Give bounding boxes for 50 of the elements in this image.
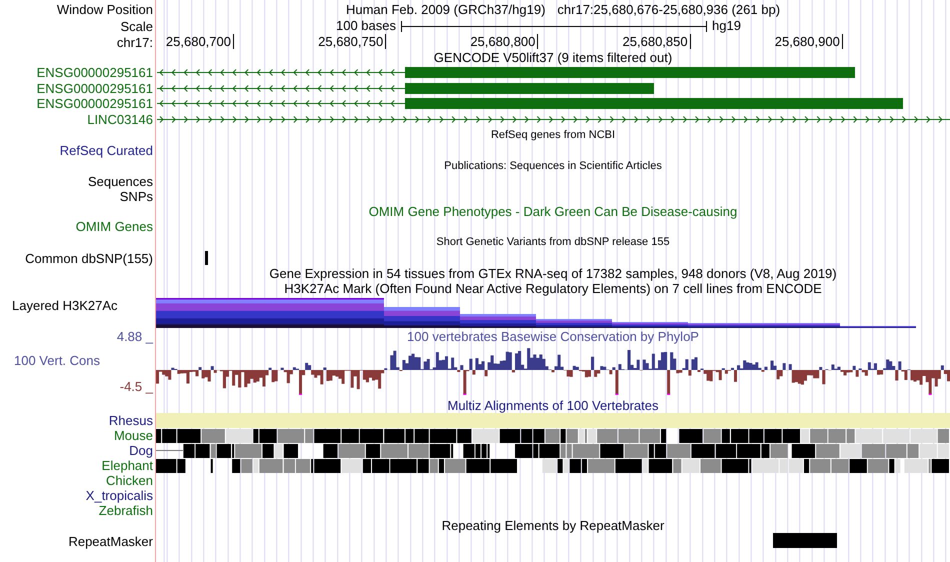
track-label[interactable]: ENSG00000295161	[36, 80, 155, 96]
scale-text: 100 bases	[336, 18, 396, 33]
track-title: RefSeq genes from NCBI	[490, 128, 616, 142]
track-title: Repeating Elements by RepeatMasker	[442, 518, 664, 533]
ruler-tick-label: 25,680,900	[774, 34, 840, 49]
ruler-tick-label: 25,680,850	[622, 34, 688, 49]
track-title: Gene Expression in 54 tissues from GTEx RNA-seq of 17382 samples, 948 donors (V8, Aug 2019)	[269, 266, 837, 281]
track-title: 100 vertebrates Basewise Conservation by PhyloP	[407, 329, 699, 344]
tick-mark	[690, 34, 691, 49]
track-label[interactable]: Rhesus	[108, 413, 155, 428]
tick-mark	[537, 34, 538, 49]
tick-mark	[233, 34, 234, 49]
position-text: chr17:25,680,676-25,680,936 (261 bp)	[557, 2, 780, 16]
assembly-title: Human Feb. 2009 (GRCh37/hg19)	[346, 2, 546, 16]
row-label: Window Position	[56, 2, 154, 16]
ruler-tick-label: 25,680,800	[470, 34, 536, 49]
track-label[interactable]: RepeatMasker	[68, 534, 155, 548]
track-title: Multiz Alignments of 100 Vertebrates	[447, 398, 658, 413]
tick-mark	[385, 34, 386, 49]
track-title: GENCODE V50lift37 (9 items filtered out)	[434, 50, 672, 65]
track-label[interactable]: ENSG00000295161	[36, 65, 155, 80]
track-label[interactable]: Layered H3K27Ac	[0, 298, 120, 313]
track-title: Short Genetic Variants from dbSNP release 155	[436, 234, 670, 250]
track-label[interactable]: OMIM Genes	[76, 219, 155, 234]
track-label[interactable]: X_tropicalis	[86, 488, 155, 503]
track-label[interactable]: 100 Vert. Cons	[0, 353, 155, 368]
track-label[interactable]: LINC03146	[87, 112, 155, 127]
track-label[interactable]: Elephant	[102, 458, 155, 473]
tick-mark	[842, 34, 843, 49]
track-title: H3K27Ac Mark (Often Found Near Active Regulatory Elements) on 7 cell lines from ENCODE	[284, 281, 822, 296]
track-label[interactable]: ENSG00000295161	[36, 96, 155, 112]
repeat-element-block	[773, 533, 837, 548]
genome-label: hg19	[712, 18, 741, 33]
ruler-tick-label: 25,680,750	[318, 34, 384, 49]
row-label: chr17:	[116, 34, 154, 50]
variant-mark	[205, 251, 208, 265]
axis-max-label: 4.88 _	[116, 329, 154, 344]
track-label[interactable]: RefSeq Curated	[60, 143, 155, 158]
track-title: Publications: Sequences in Scientific Articles	[444, 158, 662, 174]
ruler-tick-label: 25,680,700	[166, 34, 231, 49]
track-label[interactable]: Dog	[129, 443, 155, 458]
track-label[interactable]: Common dbSNP(155)	[25, 250, 155, 266]
track-label[interactable]: Mouse	[114, 428, 155, 443]
track-title: OMIM Gene Phenotypes - Dark Green Can Be Disease-causing	[368, 204, 738, 219]
track-label[interactable]: SNPs	[120, 189, 155, 204]
axis-min-label: -4.5 _	[118, 379, 154, 394]
track-label[interactable]: Chicken	[106, 473, 155, 488]
row-label: Scale	[120, 18, 154, 34]
track-label[interactable]: Sequences	[88, 174, 155, 189]
track-label[interactable]: Zebrafish	[98, 503, 155, 518]
